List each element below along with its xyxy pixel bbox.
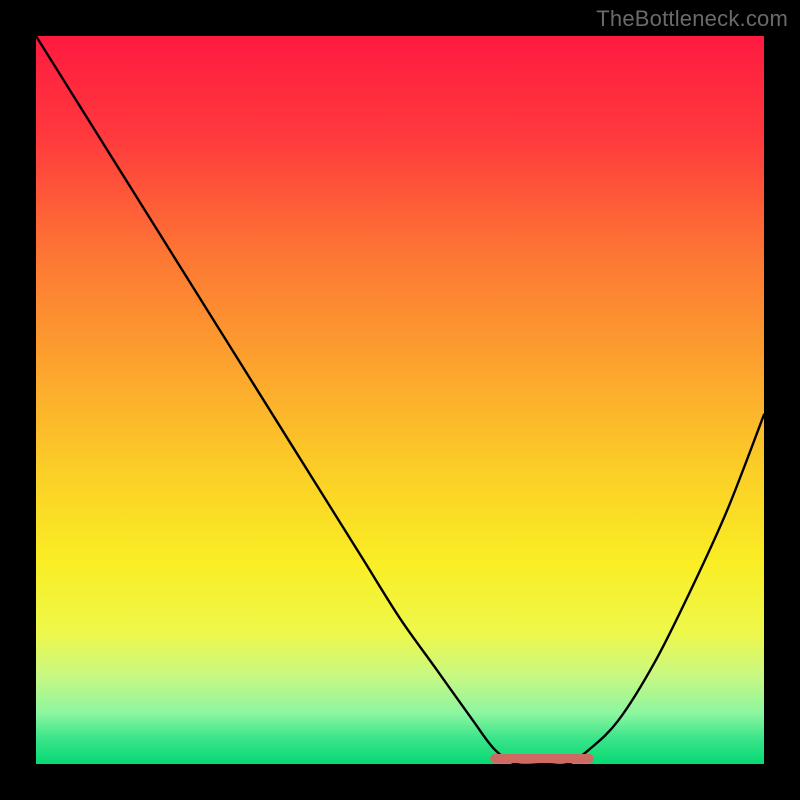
watermark-text: TheBottleneck.com: [596, 6, 788, 32]
bottleneck-curve: [36, 36, 764, 764]
chart-frame: [36, 36, 764, 764]
chart-overlay: [36, 36, 764, 764]
plot-area: [36, 36, 764, 764]
